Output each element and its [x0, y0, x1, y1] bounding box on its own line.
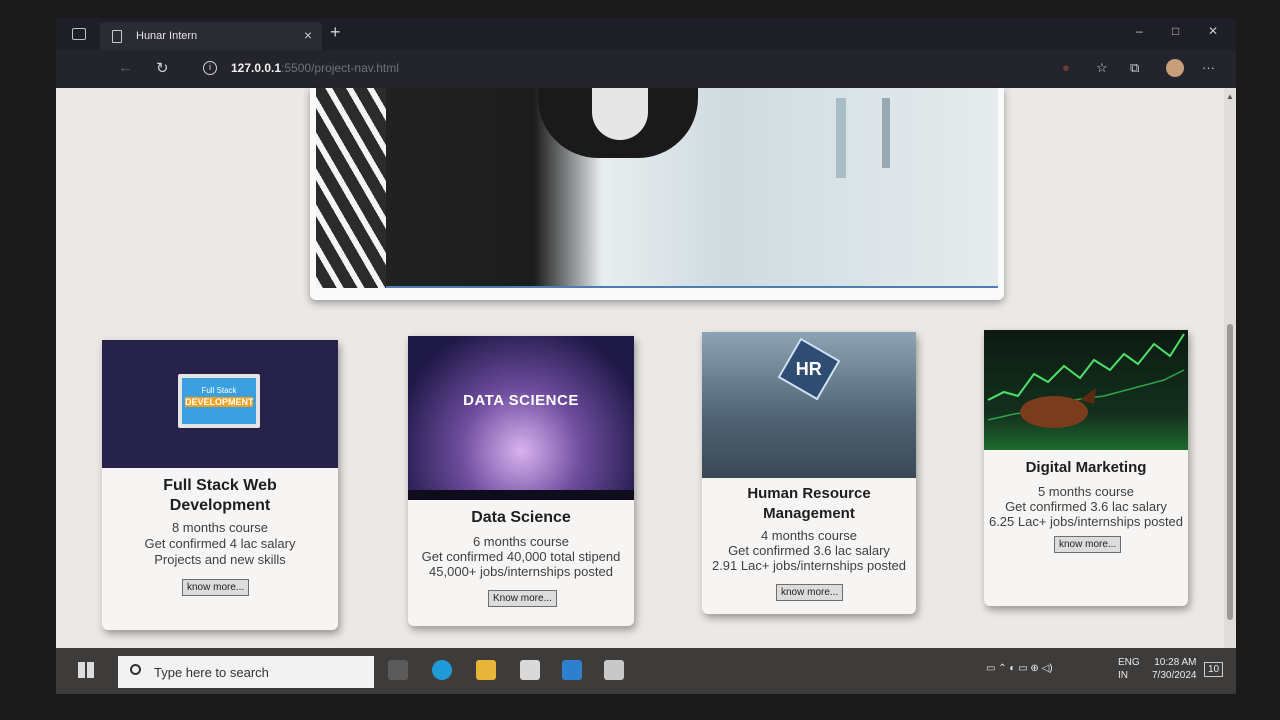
tie-stripes [316, 88, 386, 288]
clock[interactable]: 10:28 AM 7/30/2024 [1152, 656, 1197, 682]
collections-icon[interactable]: ⧉ [1130, 60, 1139, 76]
hero-bg-blur [836, 98, 846, 178]
card-title: Human Resource Management [747, 485, 871, 522]
minimize-button[interactable]: – [1136, 24, 1143, 38]
scrollbar-thumb[interactable] [1227, 324, 1233, 620]
windows-start-icon[interactable] [78, 662, 94, 678]
page-icon [112, 30, 122, 43]
page-scrollbar[interactable]: ▲ [1224, 88, 1236, 648]
full-stack-thumbnail: Full Stack DEVELOPMENT [102, 340, 338, 468]
hero-image [316, 88, 998, 288]
know-more-button[interactable]: know more... [1054, 536, 1122, 553]
search-icon [130, 664, 141, 675]
favorites-star-icon[interactable]: ☆ [1096, 60, 1108, 76]
page-content: Full Stack DEVELOPMENT Full Stack Web De… [56, 88, 1226, 648]
scroll-up-icon[interactable]: ▲ [1226, 92, 1234, 101]
document-icon[interactable] [604, 660, 624, 680]
card-line: Get confirmed 3.6 lac salary [728, 543, 890, 558]
card-line: 6 months course [472, 534, 570, 549]
thumb-footer [408, 490, 634, 500]
address-bar: ← ↻ i 127.0.0.1:5500/project-nav.html ● … [56, 50, 1236, 88]
thumb-label: DATA SCIENCE [463, 392, 579, 409]
course-card-hr: HR Human Resource Management 4 months co… [702, 332, 916, 614]
profile-avatar[interactable] [1166, 59, 1184, 77]
card-title: Data Science [471, 509, 571, 526]
back-icon[interactable]: ← [118, 59, 133, 76]
file-explorer-icon[interactable] [476, 660, 496, 680]
task-view-icon[interactable] [388, 660, 408, 680]
card-line: Get confirmed 3.6 lac salary [1005, 499, 1167, 514]
laptop-screen: Hunar Intern × + – □ ✕ ← ↻ i 127.0.0.1:5… [56, 18, 1236, 694]
card-line: Get confirmed 4 lac salary [144, 536, 296, 551]
windows-taskbar: Type here to search ▭ ⌃ ◐ ▭ ⊕ ◁) ENG IN 1… [56, 648, 1236, 694]
mail-icon[interactable] [520, 660, 540, 680]
card-line: Get confirmed 40,000 total stipend [421, 549, 621, 564]
tab-title: Hunar Intern [136, 30, 198, 42]
url-field[interactable]: 127.0.0.1:5500/project-nav.html [231, 61, 399, 75]
digital-marketing-thumbnail [984, 330, 1188, 450]
hr-thumbnail: HR [702, 332, 916, 478]
know-more-button[interactable]: know more... [776, 584, 844, 601]
hero-banner [310, 88, 1004, 300]
card-title: Digital Marketing [1025, 459, 1147, 476]
card-title: Full Stack Web Development [163, 477, 277, 514]
record-icon[interactable]: ● [1062, 60, 1070, 75]
card-line: 6.25 Lac+ jobs/internships posted [988, 514, 1184, 529]
vscode-icon[interactable] [562, 660, 582, 680]
taskbar-search[interactable]: Type here to search [118, 656, 374, 688]
know-more-button[interactable]: know more... [182, 579, 250, 596]
maximize-button[interactable]: □ [1172, 24, 1179, 38]
card-line: Projects and new skills [154, 552, 286, 567]
card-line: 45,000+ jobs/internships posted [429, 564, 613, 579]
stock-chart-graphic [987, 333, 1185, 428]
hero-bg-blur [882, 98, 890, 168]
tab-actions-icon[interactable] [72, 28, 86, 40]
close-window-button[interactable]: ✕ [1208, 24, 1218, 38]
language-indicator[interactable]: ENG IN [1118, 656, 1140, 682]
know-more-button[interactable]: Know more... [488, 590, 557, 607]
tray-icons[interactable]: ▭ ⌃ ◐ ▭ ⊕ ◁) [986, 662, 1053, 675]
browser-tab[interactable]: Hunar Intern × [100, 22, 322, 50]
edge-icon[interactable] [432, 660, 452, 680]
more-menu-icon[interactable]: ··· [1202, 60, 1215, 75]
card-line: 8 months course [171, 520, 269, 535]
card-line: 5 months course [1037, 484, 1135, 499]
notification-badge[interactable]: 10 [1204, 662, 1224, 677]
data-science-thumbnail: DATA SCIENCE [408, 336, 634, 500]
reload-icon[interactable]: ↻ [156, 59, 169, 77]
card-line: 2.91 Lac+ jobs/internships posted [711, 558, 907, 573]
search-placeholder: Type here to search [154, 665, 269, 680]
tab-close-icon[interactable]: × [304, 27, 312, 43]
site-info-icon[interactable]: i [203, 61, 217, 75]
card-line: 4 months course [760, 528, 858, 543]
monitor-graphic: Full Stack DEVELOPMENT [178, 374, 260, 428]
hr-hexagon: HR [777, 337, 841, 401]
course-card-data-science: DATA SCIENCE Data Science 6 months cours… [408, 336, 634, 626]
browser-tab-bar: Hunar Intern × + – □ ✕ [56, 18, 1236, 50]
new-tab-button[interactable]: + [330, 22, 341, 43]
course-card-full-stack: Full Stack DEVELOPMENT Full Stack Web De… [102, 340, 338, 630]
course-card-digital-marketing: Digital Marketing 5 months course Get co… [984, 330, 1188, 606]
